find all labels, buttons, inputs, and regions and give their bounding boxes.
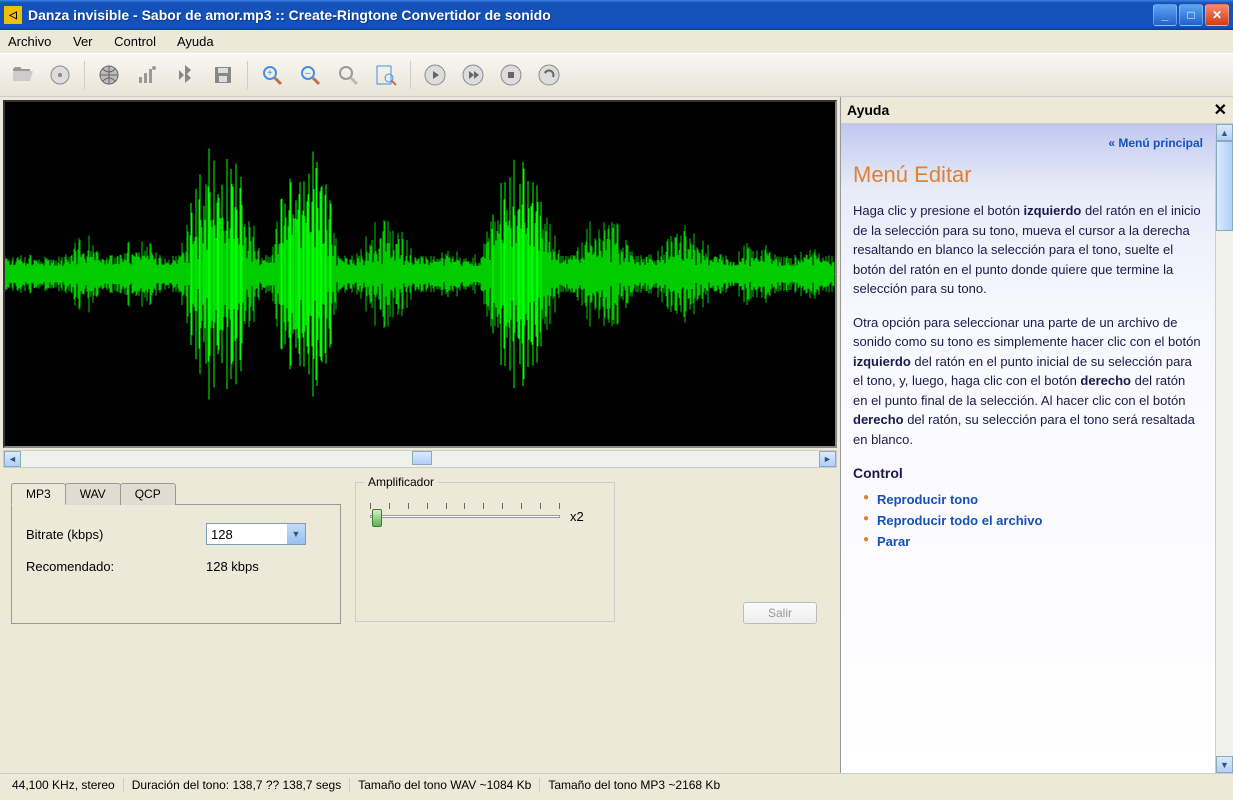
scroll-down-button[interactable]: ▼ bbox=[1216, 756, 1233, 773]
stop-icon[interactable] bbox=[495, 59, 527, 91]
vertical-scrollbar[interactable]: ▲ ▼ bbox=[1215, 124, 1233, 773]
close-button[interactable]: ✕ bbox=[1205, 4, 1229, 26]
window-title: Danza invisible - Sabor de amor.mp3 :: C… bbox=[28, 7, 1153, 23]
recommended-value: 128 kbps bbox=[206, 559, 259, 574]
scroll-right-button[interactable]: ► bbox=[819, 451, 836, 467]
bluetooth-icon[interactable] bbox=[169, 59, 201, 91]
toolbar: + – bbox=[0, 53, 1233, 97]
tab-wav[interactable]: WAV bbox=[65, 483, 121, 505]
play-icon[interactable] bbox=[419, 59, 451, 91]
zoom-out-icon[interactable]: – bbox=[294, 59, 326, 91]
help-link-play-tone[interactable]: Reproducir tono bbox=[863, 490, 1203, 511]
status-mp3-size: Tamaño del tono MP3 ~2168 Kb bbox=[540, 778, 728, 792]
bitrate-select[interactable]: 128 ▼ bbox=[206, 523, 306, 545]
menu-archivo[interactable]: Archivo bbox=[8, 34, 51, 49]
scroll-up-button[interactable]: ▲ bbox=[1216, 124, 1233, 141]
scroll-thumb[interactable] bbox=[412, 451, 432, 465]
help-back-link[interactable]: « Menú principal bbox=[853, 134, 1203, 152]
waveform-panel[interactable]: void(0) bbox=[3, 100, 837, 448]
cd-icon[interactable] bbox=[44, 59, 76, 91]
exit-button[interactable]: Salir bbox=[743, 602, 817, 624]
save-icon[interactable] bbox=[207, 59, 239, 91]
help-control-heading: Control bbox=[853, 463, 1203, 484]
amplifier-slider[interactable] bbox=[370, 501, 560, 531]
menu-ver[interactable]: Ver bbox=[73, 34, 93, 49]
status-freq: 44,100 KHz, stereo bbox=[4, 778, 124, 792]
signal-icon[interactable] bbox=[131, 59, 163, 91]
menubar: Archivo Ver Control Ayuda bbox=[0, 30, 1233, 53]
zoom-fit-icon[interactable] bbox=[370, 59, 402, 91]
help-header: Ayuda ✕ bbox=[841, 97, 1233, 124]
svg-text:+: + bbox=[267, 68, 273, 79]
maximize-button[interactable]: □ bbox=[1179, 4, 1203, 26]
vscroll-thumb[interactable] bbox=[1216, 141, 1233, 231]
loop-icon[interactable] bbox=[533, 59, 565, 91]
tab-mp3[interactable]: MP3 bbox=[11, 483, 66, 505]
help-heading: Menú Editar bbox=[853, 158, 1203, 191]
zoom-select-icon[interactable] bbox=[332, 59, 364, 91]
svg-text:–: – bbox=[305, 68, 311, 79]
scroll-track[interactable] bbox=[21, 451, 819, 467]
help-para2: Otra opción para seleccionar una parte d… bbox=[853, 313, 1203, 450]
bitrate-value: 128 bbox=[207, 527, 287, 542]
menu-ayuda[interactable]: Ayuda bbox=[177, 34, 214, 49]
help-link-stop[interactable]: Parar bbox=[863, 532, 1203, 553]
play-all-icon[interactable] bbox=[457, 59, 489, 91]
scroll-left-button[interactable]: ◄ bbox=[4, 451, 21, 467]
bitrate-label: Bitrate (kbps) bbox=[26, 527, 206, 542]
statusbar: 44,100 KHz, stereo Duración del tono: 13… bbox=[0, 773, 1233, 795]
titlebar: ◁ Danza invisible - Sabor de amor.mp3 ::… bbox=[0, 0, 1233, 30]
status-duration: Duración del tono: 138,7 ?? 138,7 segs bbox=[124, 778, 350, 792]
help-title: Ayuda bbox=[847, 102, 889, 118]
help-close-button[interactable]: ✕ bbox=[1214, 100, 1227, 120]
globe-icon[interactable] bbox=[93, 59, 125, 91]
chevron-down-icon[interactable]: ▼ bbox=[287, 524, 305, 544]
horizontal-scrollbar[interactable]: ◄ ► bbox=[3, 450, 837, 468]
open-folder-icon[interactable] bbox=[6, 59, 38, 91]
help-link-play-all[interactable]: Reproducir todo el archivo bbox=[863, 511, 1203, 532]
amplifier-multiplier: x2 bbox=[570, 509, 584, 524]
app-icon: ◁ bbox=[4, 6, 22, 24]
tab-body: Bitrate (kbps) 128 ▼ Recomendado: 128 kb… bbox=[11, 504, 341, 624]
status-wav-size: Tamaño del tono WAV ~1084 Kb bbox=[350, 778, 540, 792]
help-para1: Haga clic y presione el botón izquierdo … bbox=[853, 201, 1203, 299]
tab-qcp[interactable]: QCP bbox=[120, 483, 176, 505]
amplifier-legend: Amplificador bbox=[364, 475, 438, 489]
recommended-label: Recomendado: bbox=[26, 559, 206, 574]
zoom-in-icon[interactable]: + bbox=[256, 59, 288, 91]
slider-handle[interactable] bbox=[372, 509, 382, 527]
minimize-button[interactable]: _ bbox=[1153, 4, 1177, 26]
amplifier-panel: Amplificador x2 bbox=[355, 482, 615, 622]
menu-control[interactable]: Control bbox=[114, 34, 156, 49]
help-content: « Menú principal Menú Editar Haga clic y… bbox=[841, 124, 1215, 773]
